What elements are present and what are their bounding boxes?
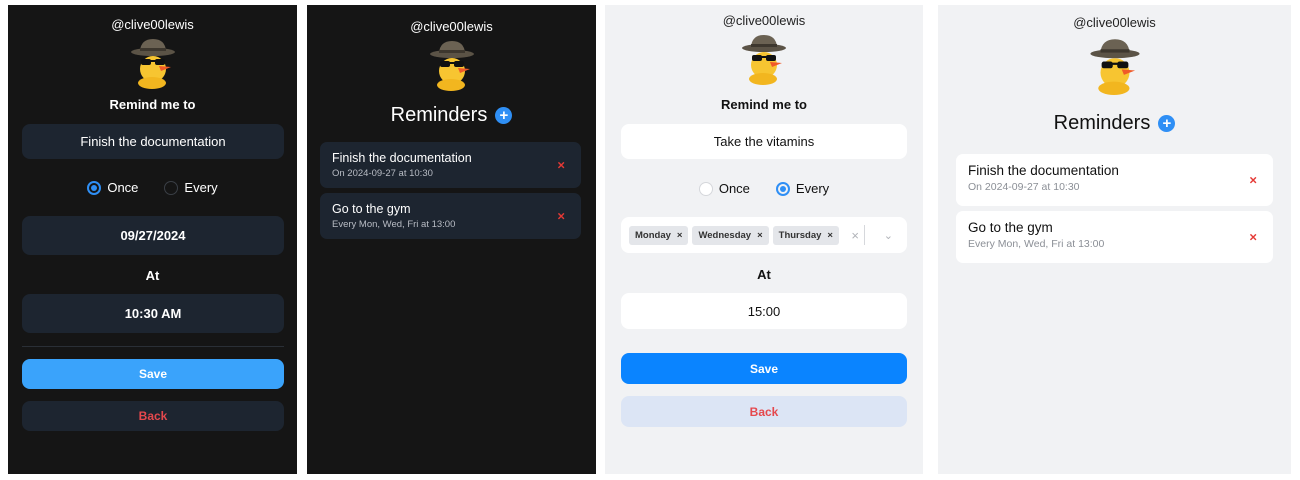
radio-every-label: Every	[795, 181, 830, 196]
panel-reminder-form-light: @clive00lewis Remind me to Take the vita…	[605, 5, 923, 474]
reminder-title: Go to the gym	[968, 220, 1053, 235]
time-input[interactable]: 15:00	[621, 293, 907, 329]
date-input[interactable]: 09/27/2024	[22, 216, 284, 255]
radio-once-label: Once	[718, 181, 750, 196]
username: @clive00lewis	[722, 13, 806, 28]
remove-tag-icon[interactable]: ×	[677, 230, 683, 241]
radio-unselected-icon	[698, 181, 713, 196]
duck-avatar-icon	[429, 41, 474, 91]
add-reminder-icon[interactable]: +	[495, 107, 513, 124]
reminders-title: Reminders	[390, 104, 488, 126]
at-label: At	[145, 268, 160, 283]
panel-reminders-list-light: @clive00lewis Reminders + Finish the doc…	[938, 5, 1291, 474]
reminder-subtitle: On 2024-09-27 at 10:30	[332, 168, 433, 179]
remove-tag-icon[interactable]: ×	[827, 230, 833, 241]
frequency-radio-group: Once Every	[605, 181, 923, 196]
day-tag-label: Monday	[635, 229, 671, 241]
radio-selected-icon	[775, 181, 790, 196]
reminder-card[interactable]: Finish the documentation On 2024-09-27 a…	[956, 154, 1273, 206]
task-input[interactable]: Take the vitamins	[621, 124, 907, 159]
radio-every[interactable]: Every	[775, 181, 830, 196]
panel-reminder-form-dark: @clive00lewis Remind me to Finish the do…	[8, 5, 297, 474]
radio-once-label: Once	[107, 180, 139, 195]
form-heading: Remind me to	[721, 97, 807, 112]
reminder-subtitle: On 2024-09-27 at 10:30	[968, 181, 1080, 193]
duck-avatar-icon	[1089, 39, 1140, 95]
duck-avatar-icon	[742, 35, 786, 85]
duck-avatar-icon	[130, 39, 175, 89]
reminder-title: Go to the gym	[332, 202, 411, 216]
time-input[interactable]: 10:30 AM	[22, 294, 284, 333]
reminder-subtitle: Every Mon, Wed, Fri at 13:00	[332, 219, 456, 230]
radio-unselected-icon	[164, 180, 179, 195]
reminder-subtitle: Every Mon, Wed, Fri at 13:00	[968, 238, 1105, 250]
delete-icon[interactable]: ×	[1249, 230, 1257, 245]
frequency-radio-group: Once Every	[8, 180, 297, 195]
delete-icon[interactable]: ×	[1249, 173, 1257, 188]
reminder-card[interactable]: Go to the gym Every Mon, Wed, Fri at 13:…	[320, 193, 581, 239]
username: @clive00lewis	[1073, 15, 1156, 30]
panel-reminders-list-dark: @clive00lewis Reminders + Finish the doc…	[307, 5, 596, 474]
separator	[864, 225, 865, 245]
remove-tag-icon[interactable]: ×	[757, 230, 763, 241]
back-button[interactable]: Back	[621, 396, 907, 427]
reminder-card[interactable]: Go to the gym Every Mon, Wed, Fri at 13:…	[956, 211, 1273, 263]
radio-selected-icon	[87, 180, 102, 195]
days-multiselect[interactable]: Monday × Wednesday × Thursday × × ⌄	[621, 217, 907, 253]
save-button[interactable]: Save	[22, 359, 284, 389]
delete-icon[interactable]: ×	[557, 158, 565, 173]
day-tag[interactable]: Wednesday ×	[692, 225, 769, 245]
add-reminder-icon[interactable]: +	[1158, 115, 1176, 132]
reminders-title-row: Reminders +	[938, 112, 1291, 135]
save-button[interactable]: Save	[621, 353, 907, 384]
radio-every-label: Every	[184, 180, 218, 195]
form-heading: Remind me to	[109, 97, 196, 112]
username: @clive00lewis	[410, 19, 493, 34]
delete-icon[interactable]: ×	[557, 209, 565, 224]
reminder-title: Finish the documentation	[332, 151, 472, 165]
radio-once[interactable]: Once	[698, 181, 750, 196]
chevron-down-icon[interactable]: ⌄	[884, 229, 893, 242]
at-label: At	[757, 267, 771, 282]
radio-once[interactable]: Once	[87, 180, 138, 195]
radio-every[interactable]: Every	[164, 180, 218, 195]
day-tag-label: Wednesday	[698, 229, 752, 241]
reminders-title-row: Reminders +	[307, 104, 596, 127]
divider	[22, 346, 284, 347]
task-input[interactable]: Finish the documentation	[22, 124, 284, 159]
day-tag[interactable]: Thursday ×	[772, 225, 839, 245]
day-tag[interactable]: Monday ×	[629, 225, 689, 245]
reminders-title: Reminders	[1053, 112, 1151, 134]
clear-icon[interactable]: ×	[851, 228, 859, 243]
back-button[interactable]: Back	[22, 401, 284, 431]
reminder-card[interactable]: Finish the documentation On 2024-09-27 a…	[320, 142, 581, 188]
day-tag-label: Thursday	[778, 229, 822, 241]
username: @clive00lewis	[111, 17, 194, 32]
reminder-title: Finish the documentation	[968, 163, 1119, 178]
